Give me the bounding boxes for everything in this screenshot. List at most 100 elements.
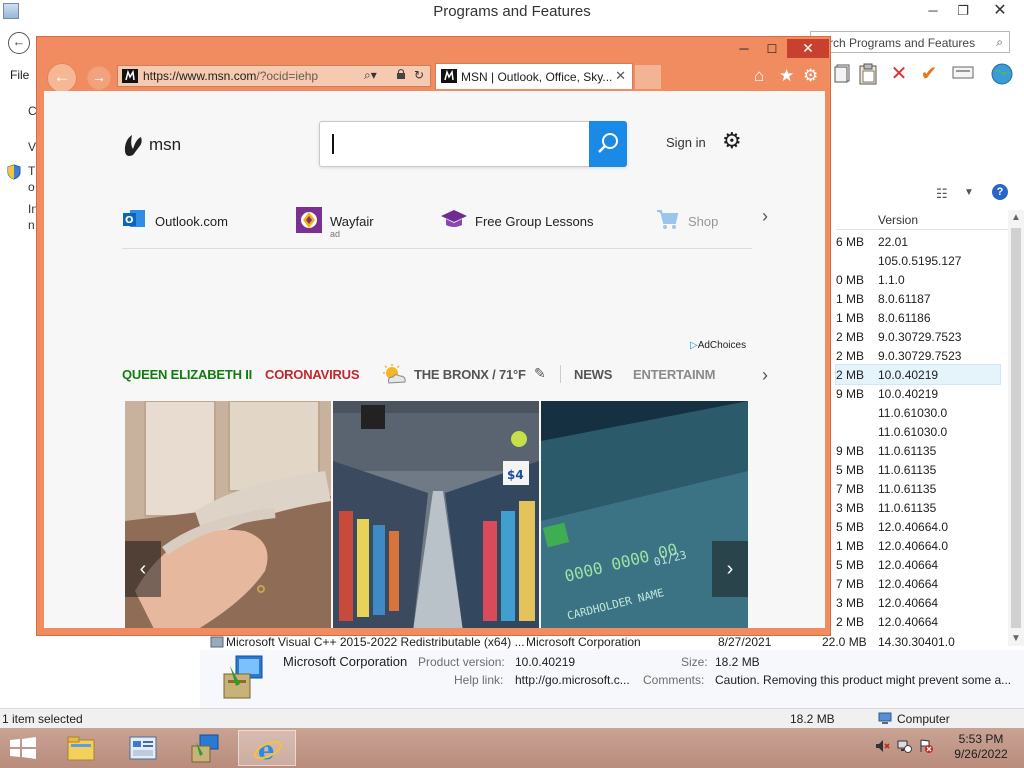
quick-link-free-group-lessons[interactable]: Free Group Lessons <box>440 207 610 237</box>
windows-start-icon[interactable] <box>8 736 38 760</box>
delete-icon[interactable]: ✕ <box>888 62 910 86</box>
row-size: 3 MB <box>835 501 864 515</box>
msn-search-input[interactable] <box>319 121 627 167</box>
back-button[interactable]: ← <box>8 32 30 54</box>
restore-button[interactable]: ❐ <box>948 0 978 22</box>
action-center-flag-icon[interactable] <box>918 738 934 757</box>
quick-link-outlook[interactable]: O Outlook.com <box>122 207 252 237</box>
menu-file[interactable]: File <box>10 68 29 82</box>
tab-close-icon[interactable]: ✕ <box>615 68 626 84</box>
row-version: 11.0.61135 <box>878 482 937 496</box>
table-row[interactable]: 2 MB 9.0.30729.7523 <box>836 327 1000 346</box>
ie-maximize-button[interactable]: ☐ <box>759 39 785 59</box>
search-dropdown-icon[interactable]: ⌕▾ <box>364 68 377 83</box>
row-version: 10.0.40219 <box>878 387 939 401</box>
sign-in-link[interactable]: Sign in <box>666 135 706 150</box>
back-button[interactable]: ← <box>47 63 77 93</box>
paste-icon[interactable] <box>857 62 879 86</box>
settings-gear-icon[interactable]: ⚙ <box>722 129 742 153</box>
table-row[interactable]: 9 MB 11.0.61135 <box>836 441 1000 460</box>
table-row[interactable]: 1 MB 12.0.40664.0 <box>836 536 1000 555</box>
clock[interactable]: 5:53 PM 9/26/2022 <box>944 732 1018 762</box>
table-row[interactable]: 11.0.61030.0 <box>836 422 1000 441</box>
checkmark-icon[interactable]: ✔ <box>918 62 940 86</box>
ie-minimize-button[interactable]: ─ <box>731 39 757 59</box>
network-icon[interactable] <box>896 738 912 757</box>
row-installed: 8/27/2021 <box>718 635 772 649</box>
table-row[interactable]: 7 MB 12.0.40664 <box>836 574 1000 593</box>
pf-view-bar: ☷ ▼ ? <box>836 184 1024 204</box>
table-row[interactable]: 1 MB 8.0.61187 <box>836 289 1000 308</box>
forward-button[interactable]: → <box>87 66 111 90</box>
close-button[interactable]: ✕ <box>978 0 1022 22</box>
table-row[interactable]: 5 MB 12.0.40664.0 <box>836 517 1000 536</box>
control-panel-taskbar-button[interactable] <box>176 730 234 766</box>
row-version: 10.0.40219 <box>878 368 939 382</box>
scrollbar-thumb[interactable] <box>1011 228 1021 628</box>
ad-choices-link[interactable]: ▷AdChoices <box>690 340 746 351</box>
news-carousel: $4 0000 0000 00 01/23 CARDHOLDER NAME ‹ … <box>125 401 748 628</box>
row-size: 0 MB <box>835 273 864 287</box>
divider <box>560 365 561 383</box>
scroll-down-icon[interactable]: ▼ <box>1011 633 1021 644</box>
chevron-right-icon[interactable]: › <box>762 206 768 227</box>
carousel-image-store-aisle[interactable]: $4 <box>333 401 539 628</box>
minimize-button[interactable]: ─ <box>918 0 948 22</box>
topic-weather-bronx[interactable]: THE BRONX / 71°F <box>414 367 526 382</box>
topic-queen-elizabeth[interactable]: QUEEN ELIZABETH II <box>122 367 252 382</box>
volume-muted-icon[interactable] <box>874 738 890 757</box>
chevron-right-icon[interactable]: › <box>762 365 768 386</box>
detail-label: Comments: <box>643 673 705 687</box>
table-row-selected[interactable]: 2 MB 10.0.40219 <box>835 364 1001 385</box>
table-row[interactable]: 9 MB 10.0.40219 <box>836 384 1000 403</box>
table-row[interactable]: 3 MB 11.0.61135 <box>836 498 1000 517</box>
edit-pencil-icon[interactable]: ✎ <box>534 365 546 382</box>
address-bar[interactable]: https://www.msn.com/?ocid=iehp ⌕▾ ↻ <box>117 65 431 87</box>
search-icon[interactable]: ⌕ <box>996 35 1003 50</box>
programs-features-icon <box>190 734 220 763</box>
table-row[interactable]: 7 MB 11.0.61135 <box>836 479 1000 498</box>
table-row[interactable]: 5 MB 11.0.61135 <box>836 460 1000 479</box>
table-row[interactable]: 11.0.61030.0 <box>836 403 1000 422</box>
tab-msn[interactable]: MSN | Outlook, Office, Sky... ✕ <box>435 63 633 89</box>
file-explorer-taskbar-button[interactable] <box>52 730 110 766</box>
table-row[interactable]: 6 MB 22.01 <box>836 232 1000 251</box>
favorites-star-icon[interactable]: ★ <box>779 66 794 86</box>
table-row[interactable]: 105.0.5195.127 <box>836 251 1000 270</box>
msn-favicon <box>122 69 138 83</box>
help-icon[interactable]: ? <box>992 184 1008 200</box>
topic-entertainment[interactable]: ENTERTAINM <box>633 367 715 382</box>
vertical-scrollbar[interactable]: ▲ ▼ <box>1008 210 1024 646</box>
table-row[interactable]: 2 MB 12.0.40664 <box>836 612 1000 631</box>
row-size: 7 MB <box>835 577 864 591</box>
server-manager-taskbar-button[interactable] <box>114 730 172 766</box>
internet-explorer-taskbar-button[interactable]: e <box>238 730 296 766</box>
copy-icon[interactable] <box>832 62 854 86</box>
table-row[interactable]: 1 MB 8.0.61186 <box>836 308 1000 327</box>
table-row[interactable]: 0 MB 1.1.0 <box>836 270 1000 289</box>
new-tab-button[interactable] <box>635 65 661 89</box>
table-row[interactable]: 5 MB 12.0.40664 <box>836 555 1000 574</box>
quick-link-shop[interactable]: Shop <box>655 207 755 237</box>
ie-close-button[interactable]: ✕ <box>787 39 829 58</box>
globe-icon[interactable] <box>990 62 1013 86</box>
view-options-icon[interactable]: ☷ <box>936 186 948 202</box>
table-row[interactable]: 2 MB 9.0.30729.7523 <box>836 346 1000 365</box>
chevron-down-icon[interactable]: ▼ <box>964 187 974 198</box>
table-row[interactable]: 3 MB 12.0.40664 <box>836 593 1000 612</box>
tools-gear-icon[interactable]: ⚙ <box>803 66 818 86</box>
properties-icon[interactable] <box>952 62 974 86</box>
topic-news[interactable]: NEWS <box>574 367 612 382</box>
carousel-next-button[interactable]: › <box>712 541 748 597</box>
refresh-icon[interactable]: ↻ <box>414 68 424 82</box>
carousel-prev-button[interactable]: ‹ <box>125 541 161 597</box>
quick-link-wayfair[interactable]: Wayfair ad <box>296 207 396 239</box>
topic-coronavirus[interactable]: CORONAVIRUS <box>265 367 360 382</box>
home-icon[interactable]: ⌂ <box>754 66 764 86</box>
detail-help-link[interactable]: http://go.microsoft.c... <box>515 673 630 687</box>
msn-search-button[interactable] <box>589 121 627 167</box>
search-input[interactable]: rch Programs and Features ⌕ <box>810 31 1010 53</box>
column-header-version[interactable]: Version <box>836 210 1008 230</box>
scroll-up-icon[interactable]: ▲ <box>1011 212 1021 223</box>
lock-icon[interactable] <box>396 68 406 83</box>
